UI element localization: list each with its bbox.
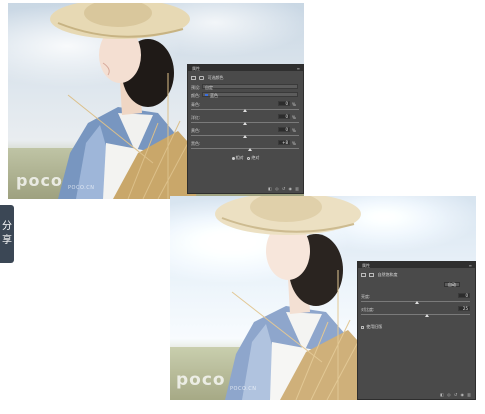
radio-absolute[interactable]: 绝对 — [247, 155, 259, 160]
legacy-checkbox[interactable] — [361, 325, 364, 329]
preset-value: 自定 — [205, 85, 213, 90]
colors-label: 颜色: — [191, 93, 201, 98]
panel-tab-label[interactable]: 属性 — [362, 263, 370, 269]
panel-titlebar: 属性 ≡ — [358, 262, 475, 268]
radio-absolute-dot — [247, 156, 251, 160]
slider-label-magenta: 洋红: — [191, 115, 201, 120]
vibrance-thumb[interactable] — [415, 301, 419, 304]
mask-icon — [369, 273, 375, 277]
slider-thumb-magenta[interactable] — [243, 122, 247, 125]
share-char-2: 享 — [2, 235, 12, 246]
watermark-subtitle: POCO.CN — [230, 386, 257, 392]
watermark-logo: poco — [16, 171, 63, 190]
legacy-label: 使用旧版 — [366, 324, 383, 329]
panel-titlebar: 属性 ≡ — [188, 65, 303, 71]
slider-thumb-black[interactable] — [248, 148, 252, 151]
adjustment-title: 可选颜色 — [207, 75, 224, 80]
slider-unit-yellow: % — [292, 128, 296, 133]
properties-panel-selective-color: 属性 ≡ 可选颜色 预设: 自定 颜色: 蓝色 青色: 0 % 洋红: 0 % … — [187, 64, 304, 194]
radio-relative[interactable]: 相对 — [231, 155, 244, 160]
preset-select[interactable]: 自定 — [202, 84, 298, 90]
legacy-checkbox-row[interactable]: 使用旧版 — [361, 324, 472, 330]
slider-value-magenta[interactable]: 0 — [278, 114, 290, 119]
slider-thumb-cyan[interactable] — [243, 109, 247, 112]
panel-footer-icons[interactable]: ◧ ◎ ↺ ◉ ▥ — [268, 186, 300, 191]
slider-thumb-yellow[interactable] — [243, 135, 247, 138]
radio-relative-dot — [231, 156, 235, 160]
properties-panel-vibrance: 属性 ≡ 自然饱和度 自动 亮度: 0 对比度: 25 使用旧版 ◧ ◎ ↺ ◉… — [357, 261, 476, 400]
vibrance-label: 亮度: — [361, 294, 371, 299]
panel-footer-icons[interactable]: ◧ ◎ ↺ ◉ ▥ — [440, 392, 472, 397]
preset-label: 预设: — [191, 85, 201, 90]
slider-value-cyan[interactable]: 0 — [278, 101, 290, 106]
mask-icon — [199, 76, 205, 80]
saturation-track[interactable] — [361, 314, 470, 315]
slider-track-black[interactable] — [191, 148, 299, 149]
adjustment-layer-icon — [361, 273, 366, 277]
slider-value-black[interactable]: +8 — [278, 140, 290, 145]
method-radio-group: 相对 绝对 — [191, 155, 300, 161]
slider-unit-magenta: % — [292, 115, 296, 120]
panel-menu-icon[interactable]: ≡ — [469, 263, 472, 268]
watermark-subtitle: POCO.CN — [68, 185, 95, 191]
colors-value: 蓝色 — [210, 93, 218, 98]
watermark-logo: poco — [176, 370, 226, 390]
slider-value-yellow[interactable]: 0 — [278, 127, 290, 132]
panel-tab-label[interactable]: 属性 — [192, 66, 200, 72]
share-char-1: 分 — [2, 221, 12, 232]
saturation-label: 对比度: — [361, 307, 375, 312]
adjustment-title: 自然饱和度 — [377, 272, 398, 277]
color-swatch — [205, 94, 208, 96]
slider-unit-black: % — [292, 141, 296, 146]
adjustment-header: 可选颜色 — [191, 75, 300, 81]
slider-label-black: 黑色: — [191, 141, 201, 146]
share-button[interactable]: 分 享 — [0, 205, 14, 263]
vibrance-value[interactable]: 0 — [458, 293, 470, 298]
adjustment-layer-icon — [191, 76, 196, 80]
colors-select[interactable]: 蓝色 — [202, 92, 298, 98]
slider-label-cyan: 青色: — [191, 102, 201, 107]
slider-label-yellow: 黄色: — [191, 128, 201, 133]
saturation-thumb[interactable] — [425, 314, 429, 317]
adjustment-header: 自然饱和度 — [361, 272, 472, 278]
saturation-value[interactable]: 25 — [458, 306, 470, 311]
auto-button[interactable]: 自动 — [444, 282, 460, 287]
slider-unit-cyan: % — [292, 102, 296, 107]
panel-menu-icon[interactable]: ≡ — [297, 66, 300, 71]
